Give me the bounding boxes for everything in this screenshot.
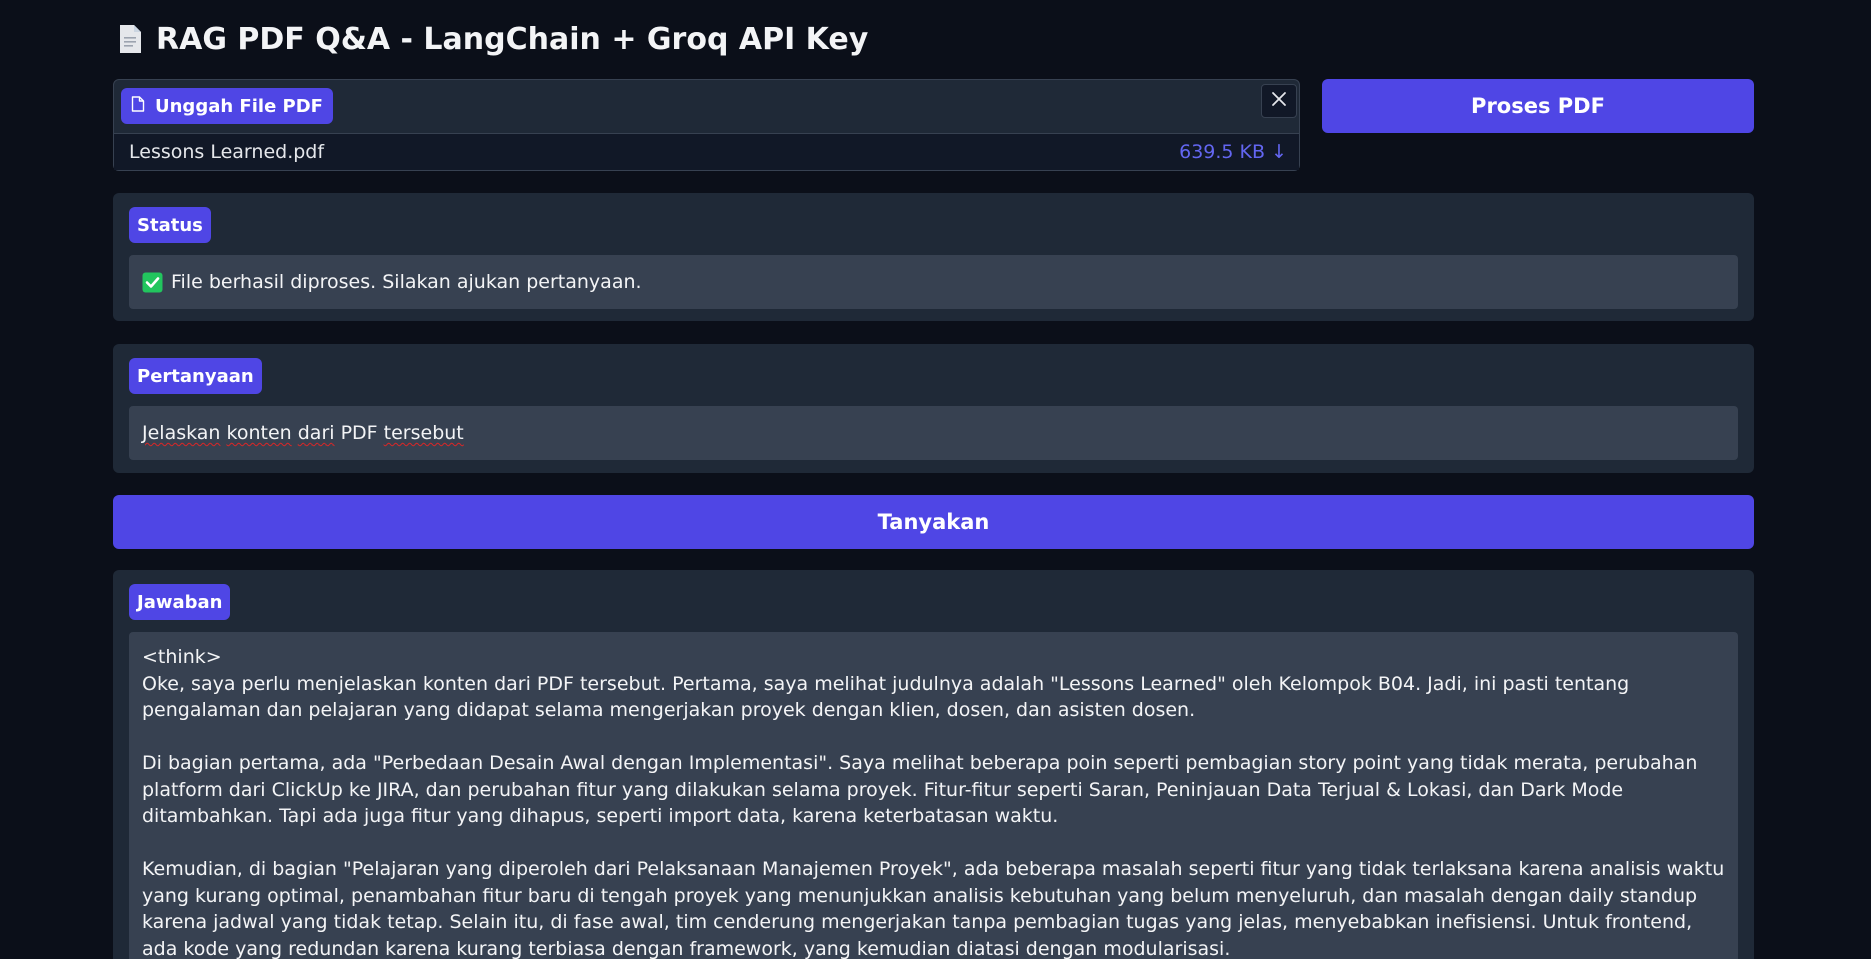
page-title: RAG PDF Q&A - LangChain + Groq API Key [118, 18, 868, 60]
question-input[interactable]: Jelaskan konten dari PDF tersebut [129, 406, 1738, 460]
question-word: dari [297, 422, 335, 444]
close-icon [1271, 91, 1287, 111]
answer-paragraph: Kemudian, di bagian "Pelajaran yang dipe… [142, 858, 1725, 959]
file-download-link[interactable]: 639.5 KB ↓ [1179, 141, 1287, 163]
pdf-upload-dropzone[interactable]: Unggah File PDF Lessons Learned.pdf 639.… [113, 79, 1300, 171]
status-panel: Status File berhasil diproses. Silakan a… [113, 193, 1754, 321]
file-name: Lessons Learned.pdf [129, 141, 325, 163]
status-label: Status [129, 207, 211, 243]
ask-button[interactable]: Tanyakan [113, 495, 1754, 549]
process-pdf-button[interactable]: Proses PDF [1322, 79, 1754, 133]
check-mark-icon [142, 272, 163, 293]
answer-paragraph: Di bagian pertama, ada "Perbedaan Desain… [142, 752, 1698, 827]
upload-label-text: Unggah File PDF [155, 95, 323, 117]
question-word: Jelaskan [142, 422, 221, 444]
answer-label: Jawaban [129, 584, 231, 620]
question-word: tersebut [383, 422, 464, 444]
question-word: PDF [334, 422, 384, 444]
answer-paragraph: Oke, saya perlu menjelaskan konten dari … [142, 672, 1630, 722]
answer-panel: Jawaban <think> Oke, saya perlu menjelas… [113, 570, 1754, 959]
upload-label: Unggah File PDF [121, 88, 333, 124]
uploaded-file-row: Lessons Learned.pdf 639.5 KB ↓ [114, 133, 1299, 170]
remove-file-button[interactable] [1261, 84, 1297, 118]
answer-think-tag: <think> [142, 646, 222, 668]
document-icon [118, 24, 142, 54]
status-output: File berhasil diproses. Silakan ajukan p… [129, 255, 1738, 309]
question-word: konten [226, 422, 292, 444]
question-panel: Pertanyaan Jelaskan konten dari PDF ters… [113, 344, 1754, 473]
page-title-text: RAG PDF Q&A - LangChain + Groq API Key [156, 21, 869, 57]
question-label: Pertanyaan [129, 358, 262, 394]
file-icon [131, 95, 145, 117]
answer-output[interactable]: <think> Oke, saya perlu menjelaskan kont… [129, 632, 1738, 959]
status-message: File berhasil diproses. Silakan ajukan p… [171, 271, 642, 293]
